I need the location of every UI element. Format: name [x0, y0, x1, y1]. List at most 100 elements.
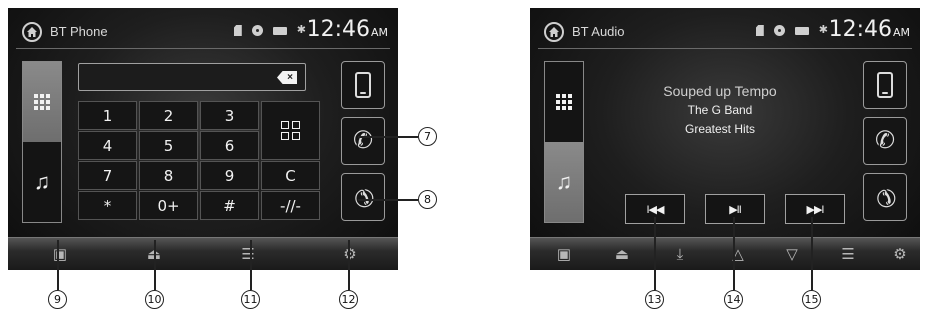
track-artist: The G Band: [687, 103, 753, 117]
callout-leader: [654, 217, 656, 290]
usb-icon: [794, 26, 809, 35]
track-album: Greatest Hits: [684, 122, 756, 136]
music-note-icon: ♫: [555, 169, 573, 194]
eject-icon[interactable]: ⏏: [612, 247, 632, 262]
keypad-grid-icon: [34, 94, 50, 110]
status-icons: ✱: [233, 24, 306, 36]
settings-icon[interactable]: ⚙: [340, 247, 360, 262]
equalizer-icon[interactable]: ☰: [238, 247, 258, 262]
call-controls: ✆ ✆: [863, 61, 907, 229]
key-2[interactable]: 2: [139, 101, 198, 130]
up-arrow-icon[interactable]: △: [728, 247, 748, 262]
key-zero-plus[interactable]: 0+: [139, 191, 198, 220]
callout-8: 8: [418, 190, 437, 209]
key-9[interactable]: 9: [200, 161, 259, 190]
callout-leader: [733, 217, 735, 290]
disc-icon: [251, 25, 263, 36]
callout-11: 11: [241, 290, 260, 309]
callout-leader: [358, 136, 418, 138]
backspace-button[interactable]: ×: [277, 71, 297, 84]
sd-card-icon: [755, 25, 764, 36]
key-5[interactable]: 5: [139, 131, 198, 160]
screen-title: BT Audio: [572, 24, 625, 39]
status-icons: ✱: [755, 24, 828, 36]
end-call-button[interactable]: ✆: [863, 173, 907, 221]
clock-ampm: AM: [892, 26, 910, 39]
source-tabs: ♫: [22, 61, 62, 223]
bt-phone-screen: BT Phone ✱ 12:46AM ♫ × 1 2 3 4 5 6 7 8 9…: [8, 8, 398, 270]
callout-9: 9: [48, 290, 67, 309]
backspace-icon: ×: [287, 71, 293, 83]
key-8[interactable]: 8: [139, 161, 198, 190]
tab-music[interactable]: ♫: [545, 142, 583, 222]
callout-leader: [154, 240, 156, 290]
call-answer-icon: ✆: [874, 127, 896, 154]
callout-leader: [811, 217, 813, 290]
end-call-button[interactable]: ✆: [341, 173, 385, 221]
clock: 12:46AM: [307, 17, 388, 42]
music-note-icon: ♫: [33, 169, 51, 194]
keypad-grid-icon: [556, 94, 572, 110]
down-arrow-icon[interactable]: ▽: [782, 247, 802, 262]
key-6[interactable]: 6: [200, 131, 259, 160]
clock-ampm: AM: [370, 26, 388, 39]
redial-button[interactable]: C: [261, 161, 320, 190]
call-answer-icon: ✆: [352, 127, 374, 154]
callout-leader: [57, 240, 59, 290]
call-controls: ✆ ✆: [341, 61, 385, 229]
tab-music[interactable]: ♫: [23, 142, 61, 222]
phone-device-icon: [355, 72, 371, 98]
mute-button[interactable]: -//-: [261, 191, 320, 220]
home-button[interactable]: [544, 22, 564, 42]
callout-14: 14: [724, 290, 743, 309]
bt-audio-screen: BT Audio ✱ 12:46AM ♫ Souped up Tempo The…: [530, 8, 920, 270]
answer-call-button[interactable]: ✆: [863, 117, 907, 165]
callout-7: 7: [418, 127, 437, 146]
bluetooth-icon: ✱: [818, 24, 828, 36]
contacts-button[interactable]: [261, 101, 320, 160]
clock-time: 12:46: [306, 17, 370, 42]
home-icon: [549, 27, 559, 37]
callout-leader: [358, 199, 418, 201]
bluetooth-icon: ✱: [296, 24, 306, 36]
callout-leader: [348, 240, 350, 290]
callout-10: 10: [145, 290, 164, 309]
play-pause-icon: ▶II: [729, 203, 742, 216]
settings-icon[interactable]: ⚙: [890, 247, 910, 262]
key-7[interactable]: 7: [78, 161, 137, 190]
download-icon[interactable]: ⤓: [670, 247, 690, 262]
key-star[interactable]: *: [78, 191, 137, 220]
answer-call-button[interactable]: ✆: [341, 117, 385, 165]
display-icon[interactable]: ▣: [50, 247, 70, 262]
number-entry-field[interactable]: ×: [78, 63, 306, 91]
clock-time: 12:46: [828, 17, 892, 42]
phone-device-icon: [877, 72, 893, 98]
display-icon[interactable]: ▣: [554, 247, 574, 262]
key-4[interactable]: 4: [78, 131, 137, 160]
clock: 12:46AM: [829, 17, 910, 42]
next-track-button[interactable]: ▶▶I: [785, 194, 845, 224]
phone-device-button[interactable]: [341, 61, 385, 109]
callout-13: 13: [645, 290, 664, 309]
usb-icon: [272, 26, 287, 35]
key-3[interactable]: 3: [200, 101, 259, 130]
tab-keypad[interactable]: [545, 62, 583, 142]
play-pause-button[interactable]: ▶II: [705, 194, 765, 224]
dial-keypad: 1 2 3 4 5 6 7 8 9 C * 0+ # -//-: [78, 101, 320, 220]
source-tabs: ♫: [544, 61, 584, 223]
bottom-bar: ▣ ⏏ ☰ ⚙: [8, 237, 398, 270]
title-divider: [538, 48, 912, 49]
phone-device-button[interactable]: [863, 61, 907, 109]
mute-icon: -//-: [280, 196, 301, 215]
disc-icon: [773, 25, 785, 36]
key-1[interactable]: 1: [78, 101, 137, 130]
equalizer-icon[interactable]: ☰: [838, 247, 858, 262]
callout-15: 15: [802, 290, 821, 309]
screen-title: BT Phone: [50, 24, 108, 39]
sd-card-icon: [233, 25, 242, 36]
key-hash[interactable]: #: [200, 191, 259, 220]
tab-keypad[interactable]: [23, 62, 61, 142]
previous-track-icon: I◀◀: [646, 203, 665, 216]
contacts-grid-icon: [281, 121, 300, 140]
home-button[interactable]: [22, 22, 42, 42]
